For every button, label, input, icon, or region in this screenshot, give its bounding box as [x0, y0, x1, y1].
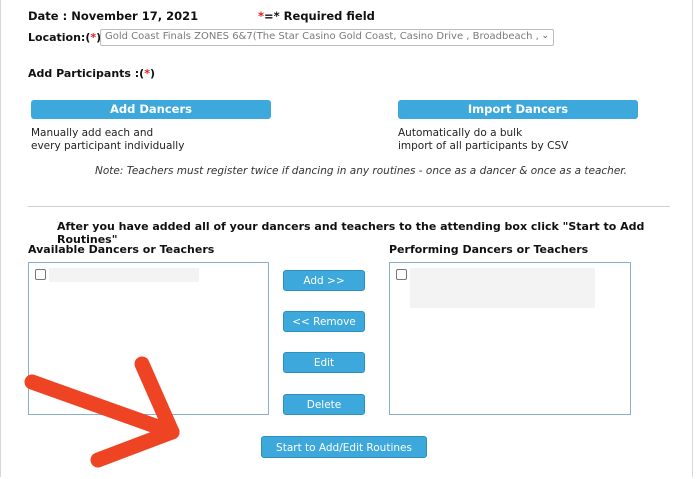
import-dancers-button[interactable]: Import Dancers — [398, 100, 638, 119]
section-divider — [28, 206, 670, 207]
location-selected-value: Gold Coast Finals ZONES 6&7(The Star Cas… — [105, 31, 539, 42]
available-item-checkbox[interactable] — [35, 269, 46, 280]
participants-label-end: ) — [149, 67, 156, 80]
import-desc-line-1: Automatically do a bulk — [398, 127, 523, 139]
performing-item-checkbox[interactable] — [396, 269, 407, 280]
add-dancers-button[interactable]: Add Dancers — [31, 100, 271, 119]
teacher-note: Note: Teachers must register twice if da… — [95, 165, 627, 177]
date-label: Date : November 17, 2021 — [28, 9, 199, 23]
import-dancers-description: Automatically do a bulk import of all pa… — [398, 127, 568, 153]
location-label: Location:(*) — [28, 31, 101, 44]
add-participants-label: Add Participants :(*) — [28, 67, 155, 80]
import-desc-line-2: import of all participants by CSV — [398, 140, 569, 152]
add-dancers-desc-line-2: every participant individually — [31, 140, 185, 152]
chevron-down-icon: ⌄ — [541, 31, 549, 41]
add-dancers-desc-line-1: Manually add each and — [31, 127, 154, 139]
add-to-performing-button[interactable]: Add >> — [283, 270, 365, 291]
redacted-name — [49, 268, 199, 282]
performing-dancers-list[interactable] — [389, 262, 631, 415]
remove-button[interactable]: << Remove — [283, 311, 365, 332]
arrow-pointer-icon — [24, 356, 180, 468]
participants-label-text: Add Participants :( — [28, 67, 145, 80]
location-select[interactable]: Gold Coast Finals ZONES 6&7(The Star Cas… — [100, 29, 554, 46]
start-routines-button[interactable]: Start to Add/Edit Routines — [261, 436, 427, 458]
delete-button[interactable]: Delete — [283, 394, 365, 415]
available-list-title: Available Dancers or Teachers — [28, 243, 215, 256]
performing-list-title: Performing Dancers or Teachers — [389, 243, 589, 256]
redacted-names — [410, 268, 595, 308]
required-text: =* Required field — [264, 9, 375, 23]
required-legend: *=* Required field — [258, 9, 375, 23]
add-dancers-description: Manually add each and every participant … — [31, 127, 184, 153]
location-label-text: Location:( — [28, 31, 91, 44]
edit-button[interactable]: Edit — [283, 352, 365, 373]
